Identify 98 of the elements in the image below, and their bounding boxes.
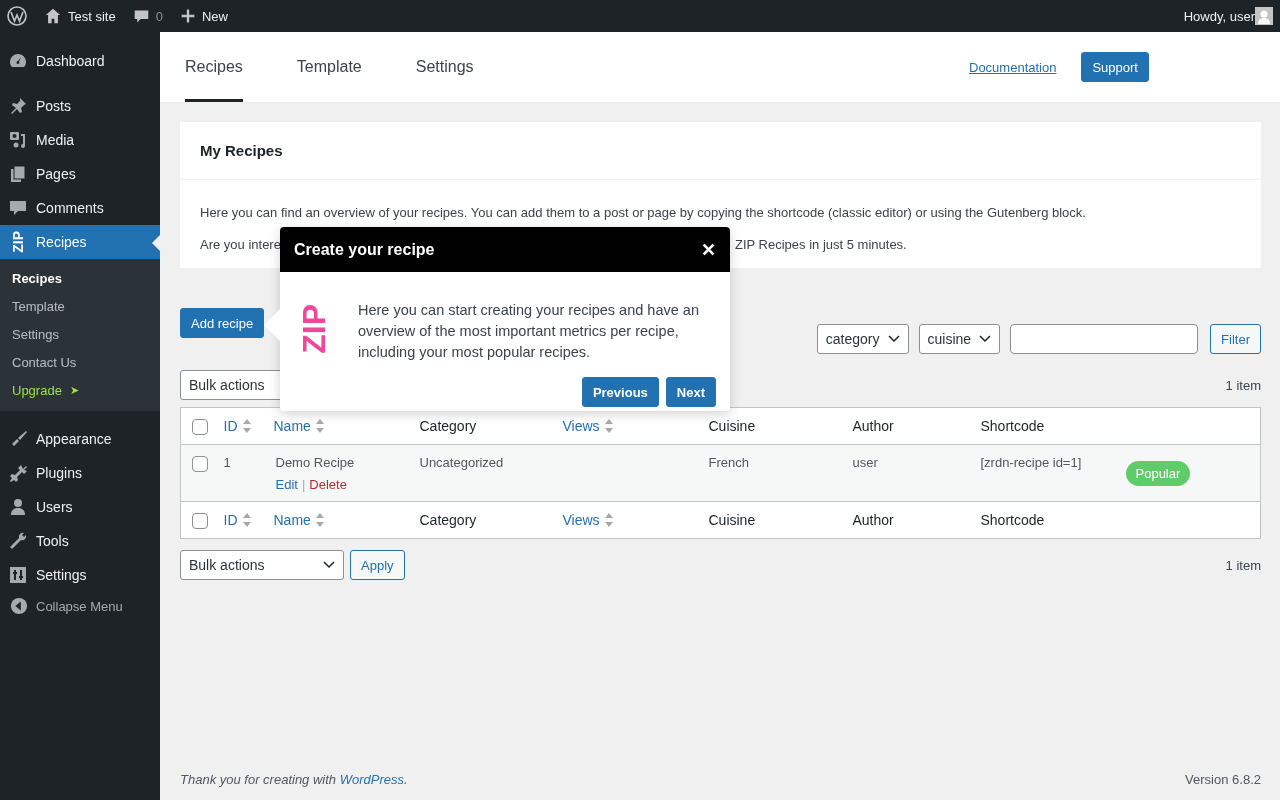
plug-icon (8, 463, 28, 483)
collapse-icon (10, 597, 28, 615)
table-cell: 1 (223, 455, 231, 470)
search-field[interactable] (1010, 324, 1199, 354)
column-header: Cuisine (708, 418, 756, 434)
table-cell-text: Demo Recipe (275, 455, 356, 470)
table-cell: French (708, 455, 749, 470)
tab[interactable]: Recipes (185, 32, 243, 102)
pages-icon (8, 164, 28, 184)
item-count: 1 item (1225, 377, 1261, 393)
intro-text: Are you intere (200, 237, 281, 252)
new-link[interactable]: New (201, 8, 228, 24)
popover-title: Create your recipe (294, 240, 435, 259)
user-icon (8, 497, 28, 517)
checkbox[interactable] (192, 455, 208, 472)
tab[interactable]: Template (296, 32, 362, 102)
column-sort-link[interactable]: ID (223, 512, 252, 528)
close-button[interactable]: ✕ (701, 238, 716, 261)
column-sort-link[interactable]: Name (273, 512, 325, 528)
previous-button[interactable]: Previous (581, 377, 659, 407)
sort-icon[interactable] (603, 512, 614, 528)
table-cell: user (852, 455, 878, 470)
menu-item[interactable]: Tools (0, 524, 160, 558)
add-recipe-button[interactable]: Add recipe (180, 308, 265, 338)
menu-item[interactable]: Users (0, 490, 160, 524)
comment-count[interactable]: 0 (155, 8, 163, 24)
submenu-item[interactable]: Contact Us (0, 348, 160, 376)
column-sort-link[interactable]: ID (223, 418, 252, 434)
avatar-icon[interactable] (1255, 7, 1273, 25)
greeting-text[interactable]: Howdy, user (1183, 8, 1255, 24)
sort-icon[interactable] (314, 418, 325, 434)
documentation-link[interactable]: Documentation (969, 59, 1057, 75)
column-header: Cuisine (708, 512, 756, 528)
menu-item[interactable]: ZIP Recipes (0, 225, 160, 259)
menu-item[interactable]: Posts (0, 89, 160, 123)
column-header: Shortcode (980, 418, 1045, 434)
column-header: Category (419, 512, 477, 528)
sort-icon[interactable] (314, 512, 325, 528)
wordpress-logo-icon[interactable] (7, 6, 27, 26)
popular-badge: Popular (1125, 461, 1191, 486)
plus-icon[interactable] (179, 8, 196, 24)
separator-text: | (301, 477, 306, 492)
chevron-down-icon (887, 335, 900, 343)
comment-icon (8, 198, 28, 218)
submenu-item[interactable]: Recipes (0, 264, 160, 292)
version-text: Version 6.8.2 (1185, 772, 1261, 787)
column-sort-link[interactable]: Views (562, 512, 614, 528)
site-name-link[interactable]: Test site (68, 8, 116, 24)
item-count: 1 item (1225, 557, 1261, 573)
sort-icon[interactable] (241, 418, 252, 434)
next-button[interactable]: Next (665, 377, 716, 407)
table-cell: Uncategorized (419, 455, 504, 470)
column-header: Author (852, 512, 894, 528)
category-select[interactable]: category (816, 324, 909, 354)
column-header: Category (419, 418, 477, 434)
bulk-actions-select[interactable]: Bulk actions (180, 550, 344, 580)
popover-text: Here you can start creating your recipes and have an overview of the most important metrics per recipe, including your most popular recipes. (358, 301, 700, 362)
collapse-menu-button[interactable]: Collapse Menu (0, 591, 160, 621)
sort-icon[interactable] (603, 418, 614, 434)
card-title: My Recipes (180, 122, 1261, 180)
checkbox[interactable] (192, 418, 208, 435)
wordpress-link[interactable]: WordPress (339, 772, 404, 787)
menu-item[interactable]: Settings (0, 558, 160, 592)
zip-logo: ZIP (298, 304, 330, 354)
checkbox[interactable] (192, 512, 208, 529)
menu-item[interactable]: Media (0, 123, 160, 157)
menu-item[interactable]: Comments (0, 191, 160, 225)
chevron-down-icon (323, 561, 335, 569)
apply-button[interactable]: Apply (350, 550, 405, 580)
sliders-icon (8, 565, 28, 585)
menu-item[interactable]: Dashboard (0, 44, 160, 78)
delete-link[interactable]: Delete (309, 477, 347, 492)
table-cell: [zrdn-recipe id=1] (980, 455, 1082, 470)
column-header: Author (852, 418, 894, 434)
menu-item[interactable]: Pages (0, 157, 160, 191)
tab[interactable]: Settings (415, 32, 474, 102)
cuisine-select[interactable]: cuisine (918, 324, 1001, 354)
chevron-down-icon (979, 335, 992, 343)
media-icon (8, 130, 28, 150)
intro-text: Here you can find an overview of your recipes. You can add them to a post or page by copying the shortcode (classic editor) or using the Gutenberg block. (200, 205, 1087, 221)
submenu-item[interactable]: Settings (0, 320, 160, 348)
edit-link[interactable]: Edit (275, 477, 298, 492)
home-icon[interactable] (44, 7, 62, 25)
sort-icon[interactable] (241, 512, 252, 528)
column-sort-link[interactable]: Views (562, 418, 614, 434)
column-header: Shortcode (980, 512, 1045, 528)
column-sort-link[interactable]: Name (273, 418, 325, 434)
wrench-icon (8, 531, 28, 551)
submenu-item[interactable]: Upgrade ➤ (0, 376, 160, 404)
filter-button[interactable]: Filter (1210, 324, 1261, 354)
footer-text: Thank you for creating with WordPress. (180, 772, 408, 787)
menu-item[interactable]: Appearance (0, 422, 160, 456)
menu-item[interactable]: Plugins (0, 456, 160, 490)
zip-logo-icon: ZIP (11, 231, 25, 253)
support-button[interactable]: Support (1081, 52, 1149, 82)
intro-text: ZIP Recipes in just 5 minutes. (735, 237, 908, 252)
submenu-item[interactable]: Template (0, 292, 160, 320)
arrow-icon: ➤ (69, 383, 79, 397)
